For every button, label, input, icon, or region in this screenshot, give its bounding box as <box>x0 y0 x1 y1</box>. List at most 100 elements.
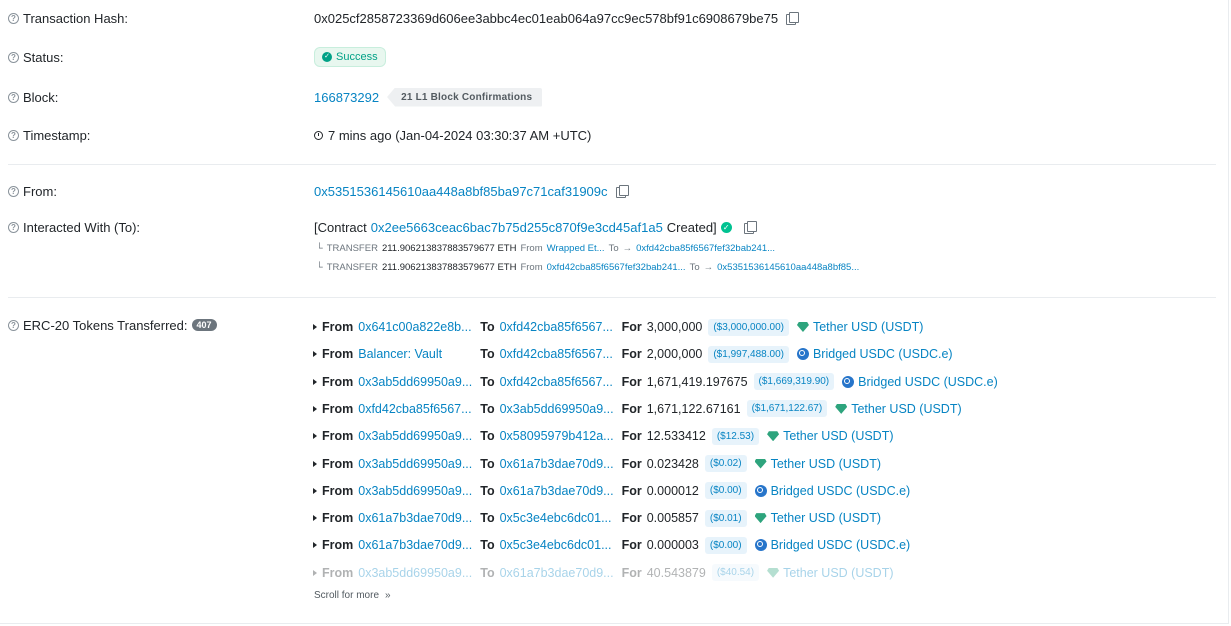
to-word: To <box>480 511 495 526</box>
scroll-more-label: Scroll for more <box>314 590 380 601</box>
token-amount: 2,000,000 <box>646 347 703 362</box>
caret-right-icon[interactable] <box>313 351 317 358</box>
for-word: For <box>621 565 642 580</box>
token-to-link[interactable]: 0xfd42cba85f6567... <box>500 375 616 389</box>
usdc-icon <box>754 484 767 497</box>
transfer-to-word: To <box>608 243 619 254</box>
internal-transfer-row: └ TRANSFER 211.906213837883579677 ETH Fr… <box>316 262 859 273</box>
from-word: From <box>322 456 354 471</box>
token-name-link[interactable]: Tether USD (USDT) <box>771 511 881 525</box>
copy-icon[interactable] <box>786 12 800 25</box>
token-to-link[interactable]: 0x61a7b3dae70d9... <box>500 566 616 580</box>
token-amount: 1,671,419.197675 <box>646 374 748 389</box>
transfer-to-link[interactable]: 0x5351536145610aa448a8bf85... <box>717 262 859 273</box>
interacted-label: Interacted With (To): <box>23 219 141 235</box>
token-name-link[interactable]: Tether USD (USDT) <box>783 566 893 580</box>
caret-right-icon[interactable] <box>313 569 317 576</box>
caret-right-icon[interactable] <box>313 460 317 467</box>
token-from-link[interactable]: 0xfd42cba85f6567... <box>358 402 474 416</box>
chevron-double-down-icon: » <box>385 590 391 601</box>
token-usd-value: ($1,997,488.00) <box>708 345 789 363</box>
token-from-link[interactable]: 0x3ab5dd69950a9... <box>358 566 474 580</box>
token-amount: 0.023428 <box>646 456 699 471</box>
erc20-count-badge: 407 <box>191 319 217 331</box>
help-icon[interactable]: ? <box>8 51 19 63</box>
tree-branch-icon: └ <box>316 262 323 273</box>
timestamp-row: ? Timestamp: 7 mins ago (Jan-04-2024 03:… <box>8 124 1216 146</box>
token-usd-value: ($1,669,319.90) <box>753 373 835 391</box>
for-word: For <box>621 374 642 389</box>
help-icon[interactable]: ? <box>8 185 19 197</box>
transfer-amount: 211.906213837883579677 ETH <box>381 262 517 273</box>
caret-right-icon[interactable] <box>313 515 317 522</box>
token-from-link[interactable]: 0x61a7b3dae70d9... <box>358 511 474 525</box>
token-usd-value: ($12.53) <box>711 427 760 445</box>
help-icon[interactable]: ? <box>8 91 19 103</box>
token-to-link[interactable]: 0x61a7b3dae70d9... <box>500 457 616 471</box>
copy-icon[interactable] <box>615 185 629 198</box>
token-usd-value: ($0.00) <box>704 536 747 554</box>
token-from-link[interactable]: Balancer: Vault <box>358 347 474 361</box>
token-name-link[interactable]: Bridged USDC (USDC.e) <box>771 484 911 498</box>
token-from-link[interactable]: 0x61a7b3dae70d9... <box>358 538 474 552</box>
token-name-link[interactable]: Tether USD (USDT) <box>851 402 961 416</box>
token-name-link[interactable]: Bridged USDC (USDC.e) <box>858 375 998 389</box>
from-word: From <box>322 374 354 389</box>
usdc-icon <box>754 539 767 552</box>
transfer-kind: TRANSFER <box>326 262 378 273</box>
from-word: From <box>322 511 354 526</box>
caret-right-icon[interactable] <box>313 324 317 330</box>
transfer-from-link[interactable]: 0xfd42cba85f6567fef32bab241... <box>547 262 686 273</box>
tree-branch-icon: └ <box>316 243 323 254</box>
token-to-link[interactable]: 0x61a7b3dae70d9... <box>500 484 616 498</box>
transfer-from-link[interactable]: Wrapped Et... <box>547 243 605 254</box>
token-name-link[interactable]: Tether USD (USDT) <box>771 457 881 471</box>
from-row: ? From: 0x5351536145610aa448a8bf85ba97c7… <box>8 180 1216 202</box>
token-name-link[interactable]: Tether USD (USDT) <box>813 320 923 334</box>
token-from-link[interactable]: 0x641c00a822e8b... <box>358 320 474 334</box>
from-value-wrap: 0x5351536145610aa448a8bf85ba97c71caf3190… <box>314 184 629 199</box>
verified-check-icon: ✓ <box>720 221 732 233</box>
transfer-to-word: To <box>689 262 700 273</box>
tether-icon <box>767 567 780 578</box>
token-to-link[interactable]: 0x58095979b412a... <box>500 429 616 443</box>
tx-hash-label-wrap: ? Transaction Hash: <box>8 11 128 26</box>
token-from-link[interactable]: 0x3ab5dd69950a9... <box>358 429 474 443</box>
from-address-link[interactable]: 0x5351536145610aa448a8bf85ba97c71caf3190… <box>314 184 608 199</box>
caret-right-icon[interactable] <box>313 405 317 412</box>
to-word: To <box>480 565 495 580</box>
token-amount: 40.543879 <box>646 565 706 580</box>
caret-right-icon[interactable] <box>313 487 317 494</box>
token-name-link[interactable]: Bridged USDC (USDC.e) <box>813 347 953 361</box>
token-from-link[interactable]: 0x3ab5dd69950a9... <box>358 375 474 389</box>
token-to-link[interactable]: 0x3ab5dd69950a9... <box>500 402 616 416</box>
token-transfer-row: From 0xfd42cba85f6567... To 0x3ab5dd69950a9… <box>313 398 962 420</box>
token-name-link[interactable]: Tether USD (USDT) <box>783 429 893 443</box>
token-to-link[interactable]: 0x5c3e4ebc6dc01... <box>500 538 616 552</box>
tether-icon <box>835 403 848 414</box>
contract-address-link[interactable]: 0x2ee5663ceac6bac7b75d255c870f9e3cd45af1… <box>371 220 663 235</box>
divider <box>8 297 1216 298</box>
help-icon[interactable]: ? <box>8 221 19 233</box>
block-number-link[interactable]: 166873292 <box>314 90 379 105</box>
token-to-link[interactable]: 0x5c3e4ebc6dc01... <box>500 511 616 525</box>
to-word: To <box>480 401 495 416</box>
token-to-link[interactable]: 0xfd42cba85f6567... <box>500 320 616 334</box>
help-icon[interactable]: ? <box>8 129 19 141</box>
help-icon[interactable]: ? <box>8 12 19 24</box>
token-name-link[interactable]: Bridged USDC (USDC.e) <box>771 538 911 552</box>
to-word: To <box>480 374 495 389</box>
copy-icon[interactable] <box>743 221 757 234</box>
caret-right-icon[interactable] <box>313 542 317 549</box>
scroll-for-more[interactable]: Scroll for more » <box>314 590 391 601</box>
token-transfer-row: From Balancer: Vault To 0xfd42cba85f6567...… <box>313 343 953 365</box>
token-transfer-row: From 0x61a7b3dae70d9... To 0x5c3e4ebc6dc01.… <box>313 507 881 529</box>
token-from-link[interactable]: 0x3ab5dd69950a9... <box>358 457 474 471</box>
caret-right-icon[interactable] <box>313 433 317 440</box>
token-from-link[interactable]: 0x3ab5dd69950a9... <box>358 484 474 498</box>
caret-right-icon[interactable] <box>313 378 317 385</box>
help-icon[interactable]: ? <box>8 319 19 331</box>
token-transfer-row: From 0x641c00a822e8b... To 0xfd42cba85f6567… <box>313 316 923 338</box>
transfer-to-link[interactable]: 0xfd42cba85f6567fef32bab241... <box>636 243 775 254</box>
token-to-link[interactable]: 0xfd42cba85f6567... <box>500 347 616 361</box>
